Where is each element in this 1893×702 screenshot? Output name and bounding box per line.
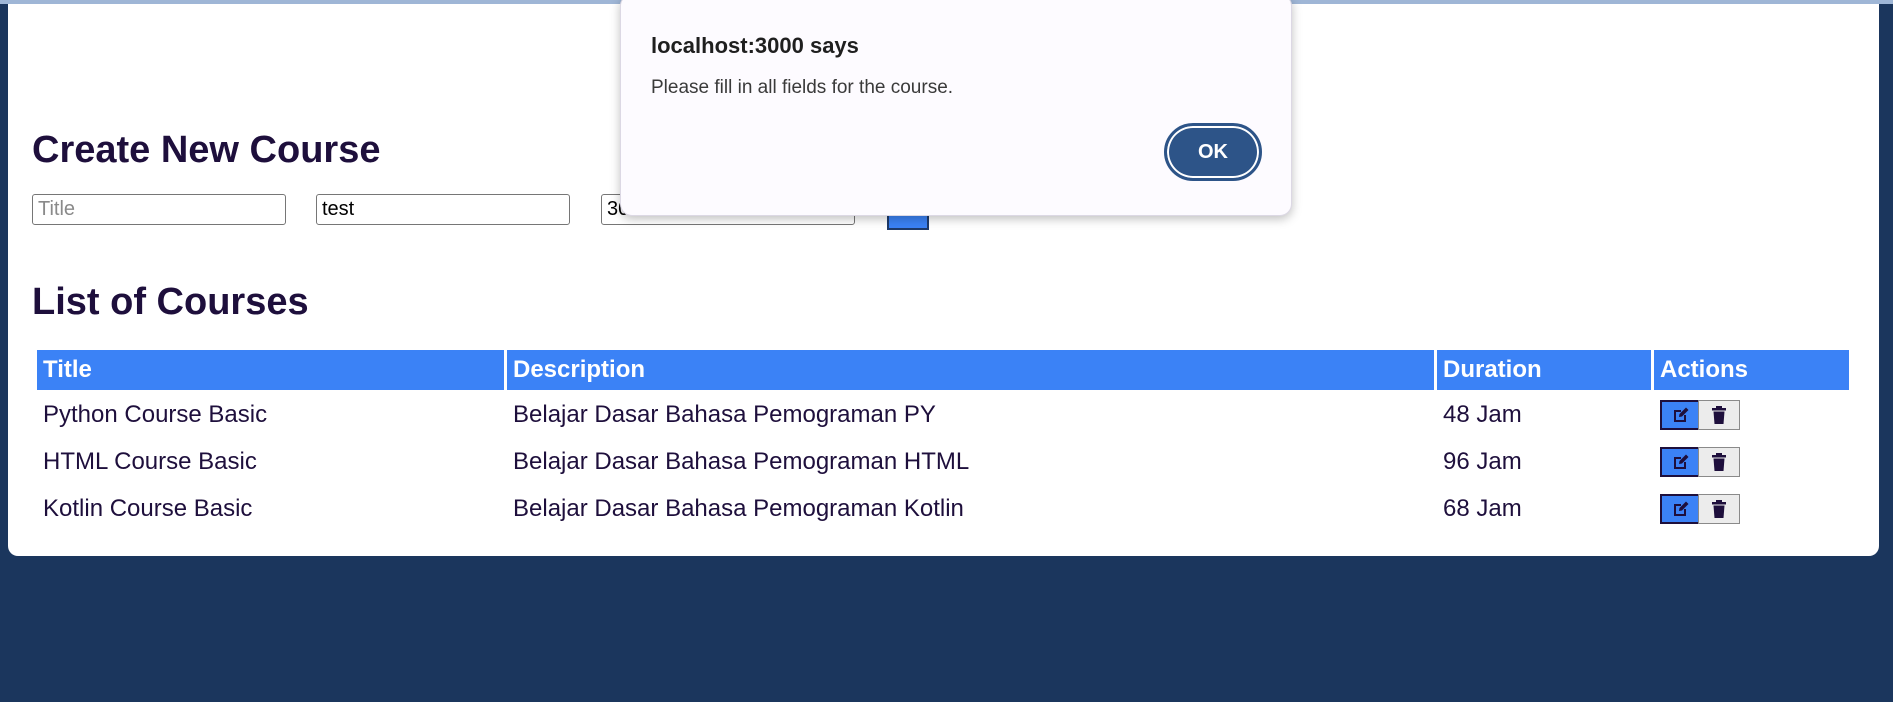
table-row: Kotlin Course Basic Belajar Dasar Bahasa… (37, 486, 1849, 531)
course-description-cell: Belajar Dasar Bahasa Pemograman PY (513, 400, 936, 428)
delete-course-button[interactable] (1698, 399, 1740, 430)
edit-course-button[interactable] (1660, 493, 1702, 524)
edit-course-button[interactable] (1660, 446, 1702, 477)
column-header-actions: Actions (1654, 350, 1849, 390)
edit-icon (1674, 407, 1689, 422)
trash-icon (1712, 452, 1726, 471)
delete-course-button[interactable] (1698, 446, 1740, 477)
courses-table: Title Description Duration Actions Pytho… (34, 348, 1852, 533)
course-title-cell: Kotlin Course Basic (43, 494, 253, 522)
course-actions-cell (1654, 392, 1849, 437)
column-header-description: Description (507, 350, 1434, 390)
trash-icon (1712, 499, 1726, 518)
title-input[interactable] (32, 194, 286, 225)
edit-icon (1674, 501, 1689, 516)
delete-course-button[interactable] (1698, 493, 1740, 524)
create-course-heading: Create New Course (32, 129, 381, 171)
course-title-cell: Python Course Basic (43, 400, 268, 428)
edit-icon (1674, 454, 1689, 469)
alert-dialog: localhost:3000 says Please fill in all f… (620, 0, 1292, 216)
edit-course-button[interactable] (1660, 399, 1702, 430)
course-actions-cell (1654, 486, 1849, 531)
dialog-message: Please fill in all fields for the course… (651, 77, 954, 98)
trash-icon (1712, 405, 1726, 424)
course-actions-cell (1654, 439, 1849, 484)
column-header-duration: Duration (1437, 350, 1651, 390)
table-row: Python Course Basic Belajar Dasar Bahasa… (37, 392, 1849, 437)
course-title-cell: HTML Course Basic (43, 447, 257, 475)
course-duration-cell: 48 Jam (1443, 400, 1522, 428)
table-row: HTML Course Basic Belajar Dasar Bahasa P… (37, 439, 1849, 484)
ok-button[interactable]: OK (1164, 123, 1262, 181)
course-list-heading: List of Courses (32, 281, 309, 323)
course-description-cell: Belajar Dasar Bahasa Pemograman HTML (513, 447, 970, 475)
course-duration-cell: 68 Jam (1443, 494, 1522, 522)
dialog-title: localhost:3000 says (651, 33, 859, 58)
course-description-cell: Belajar Dasar Bahasa Pemograman Kotlin (513, 494, 964, 522)
course-duration-cell: 96 Jam (1443, 447, 1522, 475)
table-header-row: Title Description Duration Actions (37, 350, 1849, 390)
description-input[interactable] (316, 194, 570, 225)
column-header-title: Title (37, 350, 504, 390)
